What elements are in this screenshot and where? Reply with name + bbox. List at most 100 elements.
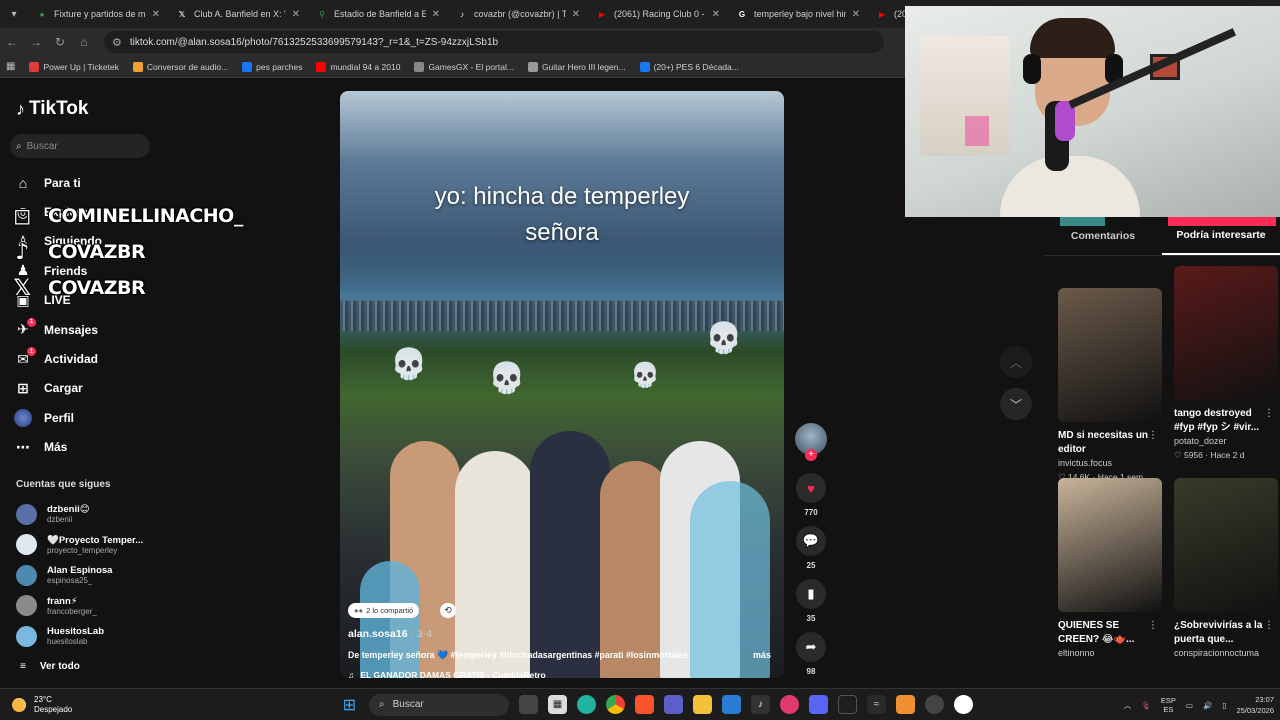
search-input[interactable]: ⌕ Buscar (10, 134, 150, 158)
sidebar-item-message[interactable]: ✈ 1 Mensajes (14, 315, 102, 344)
battery-icon[interactable]: ▯ (1222, 701, 1226, 710)
author-avatar[interactable]: + (795, 423, 827, 461)
task-view-icon[interactable] (519, 695, 538, 714)
comment-action[interactable]: 💬 25 (793, 526, 829, 570)
apps-icon[interactable]: ▦ (6, 61, 15, 72)
browser-tab[interactable]: Gtemperley bajo nivel hinc ✕ (728, 0, 868, 28)
tiktok-logo[interactable]: ♪ TikTok (16, 98, 88, 120)
teams-icon[interactable] (664, 695, 683, 714)
card-author[interactable]: eltinonno (1058, 648, 1162, 658)
card-title[interactable]: MD si necesitas un editor (1058, 429, 1158, 457)
bookmark-item[interactable]: pes parches (242, 61, 302, 72)
brave-icon[interactable] (635, 695, 654, 714)
close-icon[interactable]: ✕ (292, 9, 300, 20)
address-bar[interactable]: ⚙ tiktok.com/@alan.sosa16/photo/76132525… (104, 31, 884, 53)
video-thumbnail[interactable] (1058, 478, 1162, 612)
close-icon[interactable]: ✕ (852, 9, 860, 20)
kebab-menu-icon[interactable]: ⋮ (1264, 620, 1274, 631)
taskbar-search[interactable]: ⌕ Buscar (369, 693, 509, 716)
kebab-menu-icon[interactable]: ⋮ (1148, 620, 1158, 631)
card-title[interactable]: QUIENES SE CREEN? 😂🫖... (1058, 619, 1158, 647)
clock[interactable]: 23:07 25/03/2026 (1236, 694, 1274, 716)
chevron-up-icon[interactable]: ︿ (1124, 700, 1132, 711)
sidebar-item-activity[interactable]: ✉ 1 Actividad (14, 344, 102, 373)
following-account[interactable]: frann⚡ francoberger_ (16, 591, 143, 622)
music-link[interactable]: ♫ EL GANADOR DAMAS GRATIS - CumbiaRetro_ (348, 670, 550, 678)
post-author[interactable]: alan.sosa16 · 3-4 (348, 628, 432, 640)
game-launcher-icon[interactable] (896, 695, 915, 714)
card-author[interactable]: potato_dozer (1174, 436, 1278, 446)
close-icon[interactable]: ✕ (152, 9, 160, 20)
bookmark-item[interactable]: GamesGX - El portal... (414, 61, 514, 72)
following-account[interactable]: dzbenii😊 dzbenii (16, 499, 143, 530)
video-thumbnail[interactable] (1174, 478, 1278, 612)
photoshop-icon[interactable] (722, 695, 741, 714)
browser-tab[interactable]: ♪ covazbr (@covazbr) | Tik ✕ (448, 0, 588, 28)
file-explorer-icon[interactable] (693, 695, 712, 714)
bookmark-item[interactable]: Conversor de audio... (132, 61, 228, 72)
sidebar-item-home[interactable]: ⌂ Para ti (14, 168, 102, 197)
repost-icon[interactable]: ⟲ (440, 603, 456, 618)
home-icon[interactable]: ⌂ (72, 28, 96, 56)
comment-icon[interactable]: 💬 (796, 526, 826, 556)
browser-tab[interactable]: ▶ (2061) Racing Club 0 - 1 ✕ (588, 0, 728, 28)
sidebar-item-profile[interactable]: Perfil (14, 403, 102, 432)
browser-tab[interactable]: ⚲ Estadio de Banfield a Esta ✕ (308, 0, 448, 28)
audio-app-icon[interactable]: ≈ (867, 695, 886, 714)
related-video-card[interactable]: tango destroyed #fyp #fyp シ #vir... ⋮ pota… (1174, 266, 1278, 461)
card-author[interactable]: conspiracionnoctuma (1174, 648, 1278, 658)
heart-icon[interactable]: ♥ (796, 473, 826, 503)
shared-badge[interactable]: ●● 2 lo compartió (348, 603, 420, 618)
site-info-icon[interactable]: ⚙ (112, 36, 122, 49)
kebab-menu-icon[interactable]: ⋮ (1148, 430, 1158, 441)
obs-studio-icon[interactable] (954, 695, 973, 714)
close-icon[interactable]: ✕ (712, 9, 720, 20)
related-video-card[interactable]: MD si necesitas un editor ⋮ invictus.focus… (1058, 288, 1162, 483)
follow-plus-icon[interactable]: + (805, 449, 817, 461)
following-account[interactable]: Alan Espinosa espinosa25_ (16, 560, 143, 591)
related-video-card[interactable]: ¿Sobrevivirías a la puerta que... ⋮ conspi… (1174, 478, 1278, 658)
save-action[interactable]: ▮ 35 (793, 579, 829, 623)
volume-icon[interactable]: 🔊 (1203, 701, 1212, 710)
back-icon[interactable]: ← (0, 28, 24, 56)
close-icon[interactable]: ✕ (572, 9, 580, 20)
network-icon[interactable]: ▭ (1186, 701, 1193, 710)
like-action[interactable]: ♥ 770 (793, 473, 829, 517)
obs-icon[interactable] (838, 695, 857, 714)
app-icon[interactable] (925, 695, 944, 714)
close-icon[interactable]: ✕ (432, 9, 440, 20)
music-app-icon[interactable]: ♪ (751, 695, 770, 714)
browser-tab[interactable]: 𝕏 Club A. Banfield en X: "w ✕ (168, 0, 308, 28)
microphone-icon[interactable]: 🎙 (1141, 701, 1151, 710)
kebab-menu-icon[interactable]: ⋮ (1264, 408, 1274, 419)
language-indicator[interactable]: ESP ES (1161, 696, 1176, 714)
share-icon[interactable]: ➦ (796, 632, 826, 662)
following-account[interactable]: HuesitosLab huesitoslab (16, 621, 143, 652)
browser-tab[interactable]: ● Fixture y partidos de ma ✕ (28, 0, 168, 28)
tab-search-icon[interactable]: ▾ (0, 0, 28, 28)
bookmark-icon[interactable]: ▮ (796, 579, 826, 609)
edge-icon[interactable] (577, 695, 596, 714)
reload-icon[interactable]: ↻ (48, 28, 72, 56)
weather-widget[interactable]: 23°C Despejado (0, 695, 340, 715)
related-video-card[interactable]: QUIENES SE CREEN? 😂🫖... ⋮ eltinonno (1058, 478, 1162, 658)
sidebar-item-upload[interactable]: ⊞ Cargar (14, 374, 102, 403)
card-title[interactable]: tango destroyed #fyp #fyp シ #vir... (1174, 407, 1274, 435)
store-icon[interactable]: ▦ (548, 695, 567, 714)
card-author[interactable]: invictus.focus (1058, 458, 1162, 468)
windows-start-icon[interactable]: ⊞ (340, 695, 359, 714)
forward-icon[interactable]: → (24, 28, 48, 56)
bookmark-item[interactable]: mundial 94 a 2010 (316, 61, 400, 72)
video-thumbnail[interactable] (1058, 288, 1162, 422)
chrome-icon[interactable] (606, 695, 625, 714)
following-account[interactable]: 🤍Proyecto Temper... proyecto_temperley (16, 530, 143, 561)
media-player-icon[interactable] (780, 695, 799, 714)
discord-icon[interactable] (809, 695, 828, 714)
see-all-button[interactable]: ≡ Ver todo (20, 661, 80, 672)
bookmark-item[interactable]: Guitar Hero III legen... (527, 61, 626, 72)
post-media[interactable]: 💀 💀 💀 💀 yo: hincha de temperley señora ●… (340, 91, 784, 678)
bookmark-item[interactable]: Power Up | Ticketek (29, 61, 119, 72)
bookmark-item[interactable]: (20+) PES 6 Década... (639, 61, 739, 72)
sidebar-item-more[interactable]: ⋯ Más (14, 433, 102, 462)
chevron-up-icon[interactable]: ︿ (1000, 346, 1032, 378)
